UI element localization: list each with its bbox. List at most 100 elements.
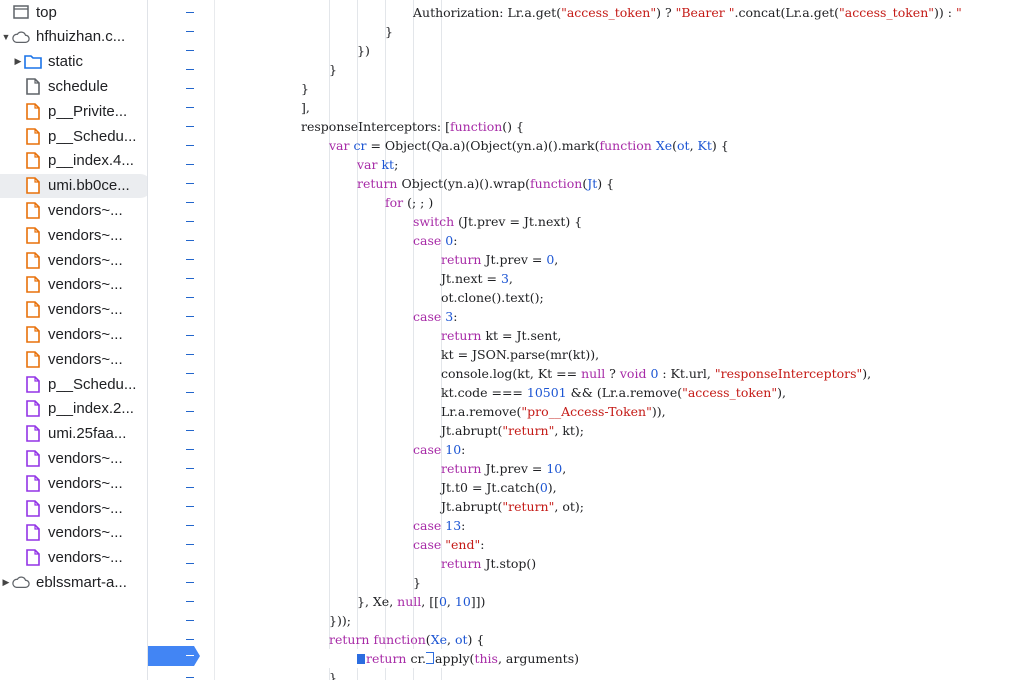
code-line[interactable]: responseInterceptors: [function() { <box>216 117 1024 136</box>
code-line[interactable]: kt.code === 10501 && (Lr.a.remove("acces… <box>216 383 1024 402</box>
code-line[interactable]: console.log(kt, Kt == null ? void 0 : Kt… <box>216 364 1024 383</box>
tree-item[interactable]: top <box>0 0 146 24</box>
code-line[interactable]: return Object(yn.a)().wrap(function(Jt) … <box>216 174 1024 193</box>
chevron-down-icon[interactable]: ▼ <box>0 32 12 42</box>
line-marker[interactable] <box>186 164 194 165</box>
code-line[interactable]: return function(Xe, ot) { <box>216 630 1024 649</box>
tree-item[interactable]: vendors~... <box>0 198 147 222</box>
code-line[interactable]: return kt = Jt.sent, <box>216 326 1024 345</box>
code-line[interactable]: }) <box>216 41 1024 60</box>
line-marker[interactable] <box>186 411 194 412</box>
line-marker[interactable] <box>186 50 194 51</box>
code-line[interactable]: var kt; <box>216 155 1024 174</box>
tree-item[interactable]: vendors~... <box>0 248 147 272</box>
code-line[interactable]: switch (Jt.prev = Jt.next) { <box>216 212 1024 231</box>
line-marker[interactable] <box>186 392 194 393</box>
line-marker[interactable] <box>186 145 194 146</box>
tree-item[interactable]: vendors~... <box>0 471 147 495</box>
pause-location-icon[interactable] <box>357 654 365 664</box>
tree-item[interactable]: p__index.2... <box>0 397 147 421</box>
chevron-right-icon[interactable]: ▶ <box>0 577 12 588</box>
line-gutter[interactable] <box>148 0 215 680</box>
code-line[interactable]: ], <box>216 98 1024 117</box>
line-marker[interactable] <box>186 563 194 564</box>
line-marker[interactable] <box>186 373 194 374</box>
tree-item[interactable]: vendors~... <box>0 496 147 520</box>
tree-item[interactable]: vendors~... <box>0 521 147 545</box>
line-marker[interactable] <box>186 544 194 545</box>
line-marker[interactable] <box>186 240 194 241</box>
code-line[interactable]: kt = JSON.parse(mr(kt)), <box>216 345 1024 364</box>
code-line[interactable]: case "end": <box>216 535 1024 554</box>
tree-item[interactable]: schedule <box>0 74 147 98</box>
line-marker[interactable] <box>186 677 194 678</box>
code-line[interactable]: } <box>216 22 1024 41</box>
tree-item[interactable]: ▼ hfhuizhan.c... <box>0 25 146 49</box>
tree-item[interactable]: vendors~... <box>0 273 147 297</box>
tree-item[interactable]: ▶ static <box>0 50 147 74</box>
code-line[interactable]: Lr.a.remove("pro__Access-Token")), <box>216 402 1024 421</box>
code-line[interactable]: var cr = Object(Qa.a)(Object(yn.a)().mar… <box>216 136 1024 155</box>
line-marker[interactable] <box>186 69 194 70</box>
code-line[interactable]: Jt.next = 3, <box>216 269 1024 288</box>
tree-item[interactable]: vendors~... <box>0 298 147 322</box>
line-marker[interactable] <box>186 316 194 317</box>
tree-item[interactable]: ▶ eblssmart-a... <box>0 570 146 594</box>
step-location-icon[interactable] <box>426 652 435 664</box>
current-execution-line[interactable]: return cr. apply(this, arguments) <box>216 649 1024 668</box>
line-marker[interactable] <box>186 449 194 450</box>
code-line[interactable]: } <box>216 668 1024 680</box>
chevron-right-icon[interactable]: ▶ <box>12 56 24 67</box>
line-marker[interactable] <box>186 354 194 355</box>
tree-item[interactable]: umi.25faa... <box>0 422 147 446</box>
tree-item[interactable]: vendors~... <box>0 347 147 371</box>
line-marker[interactable] <box>186 582 194 583</box>
code-line[interactable]: case 0: <box>216 231 1024 250</box>
line-marker[interactable] <box>186 107 194 108</box>
code-line[interactable]: } <box>216 573 1024 592</box>
code-line[interactable]: case 3: <box>216 307 1024 326</box>
line-marker[interactable] <box>186 183 194 184</box>
code-line[interactable]: })); <box>216 611 1024 630</box>
line-marker[interactable] <box>186 126 194 127</box>
execution-pointer-marker[interactable] <box>148 646 200 666</box>
tree-item[interactable]: vendors~... <box>0 322 147 346</box>
code-line[interactable]: } <box>216 60 1024 79</box>
tree-item[interactable]: p__Schedu... <box>0 372 147 396</box>
line-marker[interactable] <box>186 297 194 298</box>
code-line[interactable]: return Jt.prev = 0, <box>216 250 1024 269</box>
line-marker[interactable] <box>186 620 194 621</box>
line-marker[interactable] <box>186 506 194 507</box>
tree-item[interactable]: vendors~... <box>0 223 147 247</box>
code-line[interactable]: return Jt.prev = 10, <box>216 459 1024 478</box>
tree-item[interactable]: p__Schedu... <box>0 124 147 148</box>
line-marker[interactable] <box>186 487 194 488</box>
code-line[interactable]: for (; ; ) <box>216 193 1024 212</box>
tree-item[interactable]: vendors~... <box>0 546 147 570</box>
code-line[interactable]: Authorization: Lr.a.get("access_token") … <box>216 3 1024 22</box>
tree-item[interactable]: p__index.4... <box>0 149 147 173</box>
tree-item[interactable]: vendors~... <box>0 446 147 470</box>
code-line[interactable]: ot.clone().text(); <box>216 288 1024 307</box>
tree-item[interactable]: umi.bb0ce... <box>0 173 147 198</box>
line-marker[interactable] <box>186 12 194 13</box>
line-marker[interactable] <box>186 278 194 279</box>
line-marker[interactable] <box>186 468 194 469</box>
code-line[interactable]: } <box>216 79 1024 98</box>
code-line[interactable]: Jt.abrupt("return", ot); <box>216 497 1024 516</box>
line-marker[interactable] <box>186 88 194 89</box>
source-code-view[interactable]: Authorization: Lr.a.get("access_token") … <box>216 0 1024 680</box>
line-marker[interactable] <box>186 639 194 640</box>
line-marker[interactable] <box>186 430 194 431</box>
line-marker[interactable] <box>186 525 194 526</box>
line-marker[interactable] <box>186 601 194 602</box>
line-marker[interactable] <box>186 221 194 222</box>
tree-item[interactable]: p__Privite... <box>0 99 147 123</box>
code-line[interactable]: Jt.t0 = Jt.catch(0), <box>216 478 1024 497</box>
code-line[interactable]: case 10: <box>216 440 1024 459</box>
line-marker[interactable] <box>186 335 194 336</box>
code-line[interactable]: case 13: <box>216 516 1024 535</box>
line-marker[interactable] <box>186 259 194 260</box>
code-line[interactable]: Jt.abrupt("return", kt); <box>216 421 1024 440</box>
code-line[interactable]: return Jt.stop() <box>216 554 1024 573</box>
